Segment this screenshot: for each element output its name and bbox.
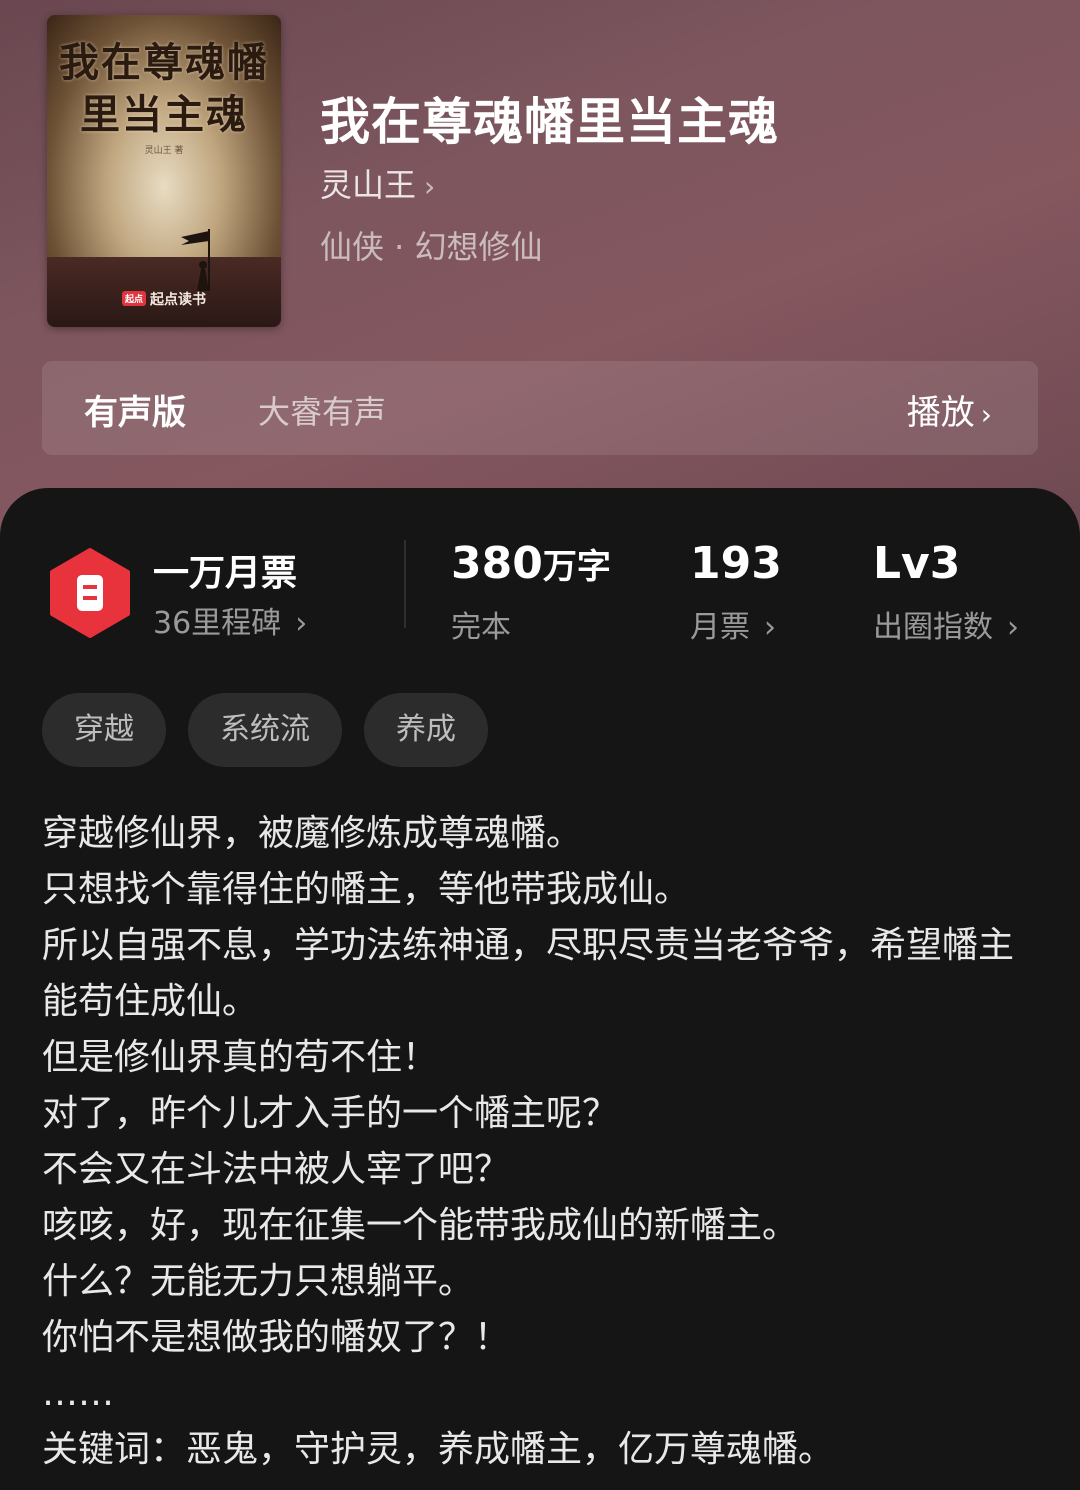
chevron-right-icon: › xyxy=(980,398,992,431)
description-line: 但是修仙界真的苟不住！ xyxy=(42,1037,439,1078)
cover-title: 我在尊魂幡里当主魂 xyxy=(59,39,269,138)
cover-brand-text: 起点读书 xyxy=(150,292,206,308)
word-count-unit: 万字 xyxy=(542,547,611,587)
completion-status: 完本 xyxy=(451,610,511,645)
description-line: 穿越修仙界，被魔修炼成尊魂幡。 xyxy=(42,813,583,854)
description-line: 只想找个靠得住的幡主，等他带我成仙。 xyxy=(42,869,691,910)
description-line: 什么？无能无力只想躺平。 xyxy=(42,1261,475,1302)
stats-divider xyxy=(404,540,406,628)
milestone-link[interactable]: 36里程碑 › xyxy=(153,598,307,642)
audio-version-bar[interactable]: 有声版 大睿有声 播放 › xyxy=(42,361,1038,455)
tag-list: 穿越 系统流 养成 xyxy=(42,693,488,767)
book-cover[interactable]: 我在尊魂幡里当主魂 灵山王 著 起点 起点读书 xyxy=(47,15,281,327)
audio-label: 有声版 xyxy=(84,393,186,433)
description-line: 对了，昨个儿才入手的一个幡主呢？ xyxy=(42,1093,619,1134)
popularity-index-label: 出圈指数 xyxy=(873,610,993,645)
play-button[interactable]: 播放 › xyxy=(907,385,992,434)
chevron-right-icon: › xyxy=(424,170,436,203)
milestone-label: 36里程碑 xyxy=(153,606,282,641)
chevron-right-icon: › xyxy=(295,606,308,641)
description-line: 所以自强不息，学功法练神通，尽职尽责当老爷爷，希望幡主能苟住成仙。 xyxy=(42,925,1015,1022)
monthly-ticket-value: 193 xyxy=(690,538,782,589)
monthly-ticket-label: 月票 xyxy=(690,610,750,645)
chevron-right-icon: › xyxy=(1007,610,1019,645)
word-count-value: 380万字 xyxy=(451,538,611,589)
popularity-level-value: Lv3 xyxy=(873,538,961,589)
author-name: 灵山王 xyxy=(320,166,417,204)
chevron-right-icon: › xyxy=(764,610,776,645)
cover-brand: 起点 起点读书 xyxy=(47,289,281,309)
cover-author: 灵山王 著 xyxy=(144,146,184,156)
description-line: 咳咳，好，现在征集一个能带我成仙的新幡主。 xyxy=(42,1205,799,1246)
audio-narrator: 大睿有声 xyxy=(258,393,387,431)
author-link[interactable]: 灵山王 › xyxy=(320,160,435,206)
play-label: 播放 xyxy=(906,393,975,433)
tag-chip[interactable]: 系统流 xyxy=(188,693,342,767)
description-line: …… xyxy=(42,1373,114,1414)
ticket-icon[interactable] xyxy=(48,548,132,638)
word-count-number: 380 xyxy=(451,538,543,589)
keywords-line: 关键词：恶鬼，守护灵，养成幡主，亿万尊魂幡。 xyxy=(42,1429,835,1470)
monthly-ticket-link[interactable]: 月票 › xyxy=(690,602,776,646)
cover-figure-icon xyxy=(181,229,210,291)
description-line: 不会又在斗法中被人宰了吧？ xyxy=(42,1149,511,1190)
tag-chip[interactable]: 穿越 xyxy=(42,693,166,767)
tag-chip[interactable]: 养成 xyxy=(364,693,488,767)
monthly-ticket-milestone-title: 一万月票 xyxy=(153,553,298,594)
popularity-index-link[interactable]: 出圈指数 › xyxy=(873,602,1019,646)
book-title: 我在尊魂幡里当主魂 xyxy=(320,92,779,151)
cover-brand-logo: 起点 xyxy=(121,291,146,306)
book-genre: 仙侠 · 幻想修仙 xyxy=(320,228,543,266)
book-description[interactable]: 穿越修仙界，被魔修炼成尊魂幡。 只想找个靠得住的幡主，等他带我成仙。 所以自强不… xyxy=(42,806,1038,1422)
description-line: 你怕不是想做我的幡奴了？！ xyxy=(42,1317,511,1358)
